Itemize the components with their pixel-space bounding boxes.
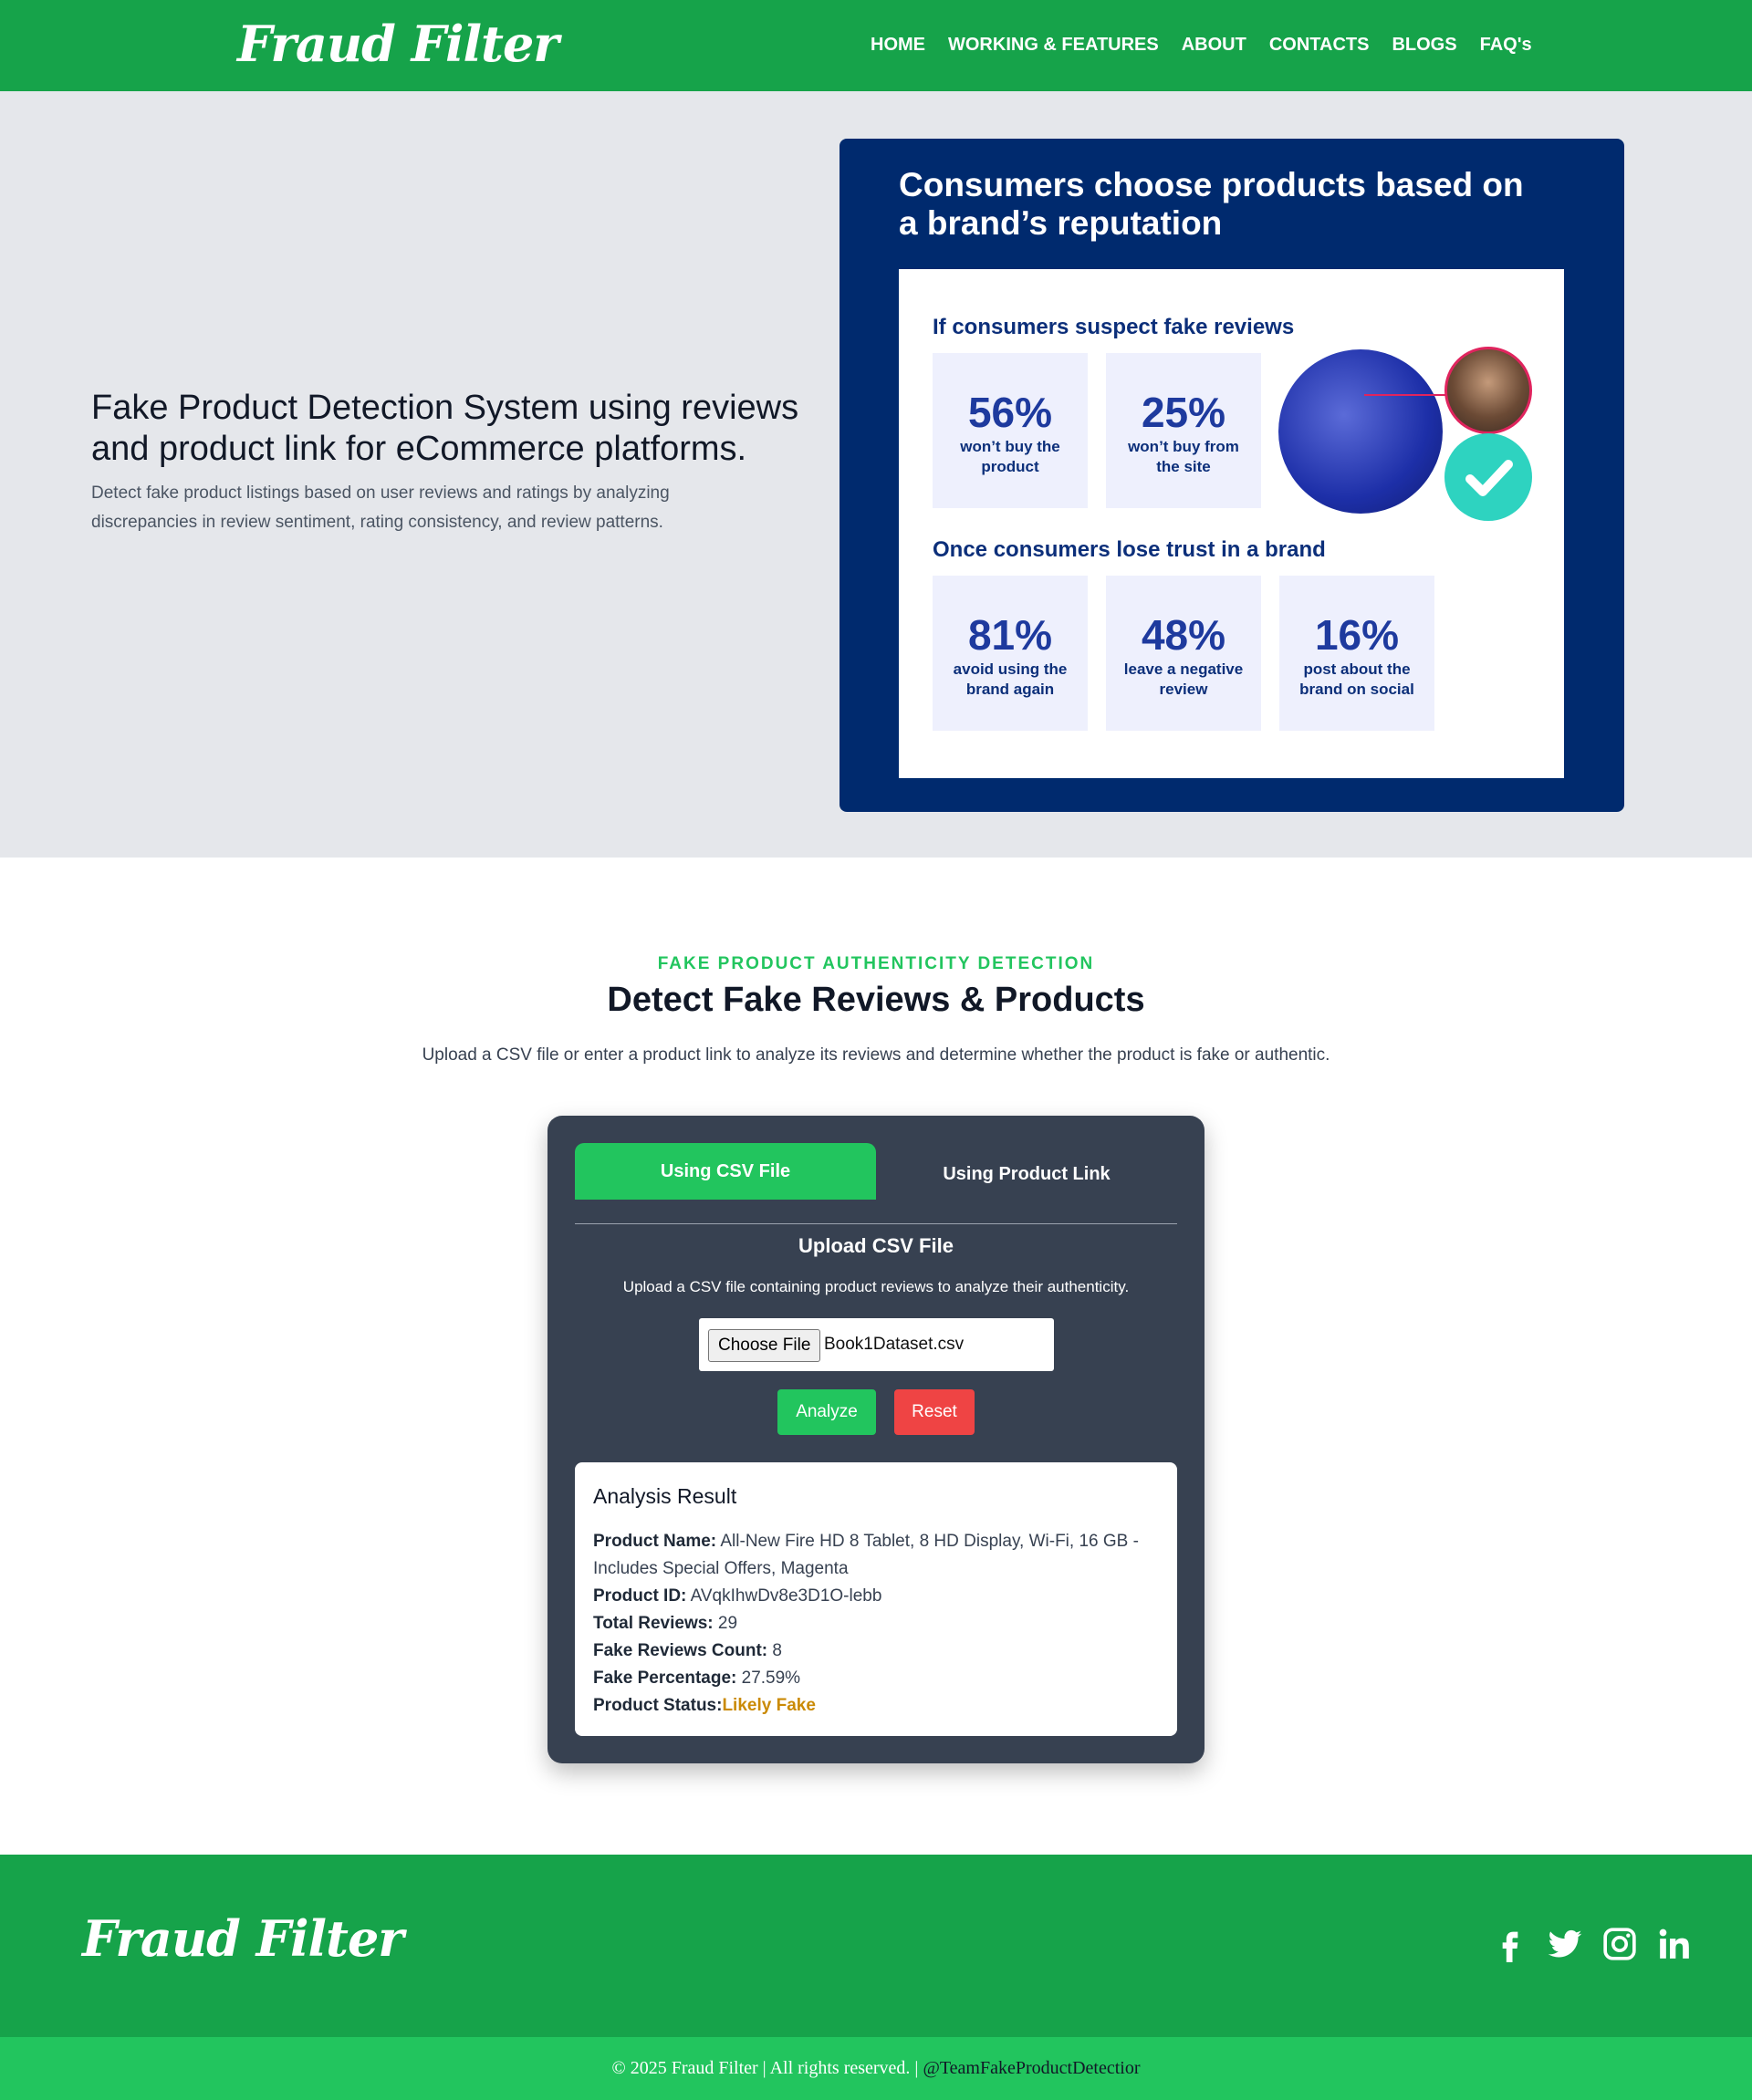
result-label: Product Status: [593,1696,723,1715]
result-value: 8 [772,1641,782,1660]
status-badge: Likely Fake [722,1696,816,1715]
team-handle[interactable]: @TeamFakeProductDetectior [923,2058,1140,2078]
result-product-status: Product Status:Likely Fake [593,1692,1163,1720]
nav-faqs[interactable]: FAQ's [1480,35,1532,56]
upload-title: Upload CSV File [798,1234,954,1257]
footer-logo[interactable]: Fraud Filter [82,1909,404,1968]
result-label: Product ID: [593,1586,687,1606]
social-links [1492,1926,1693,1962]
linkedin-icon[interactable] [1656,1926,1693,1962]
stat-card: 56% won’t buy the product [933,353,1088,508]
result-label: Fake Reviews Count: [593,1641,768,1660]
stat-label: won’t buy the product [960,438,1060,475]
analysis-result: Analysis Result Product Name: All-New Fi… [575,1462,1177,1736]
upload-description: Upload a CSV file containing product rev… [622,1278,1130,1295]
nav-about[interactable]: ABOUT [1182,35,1246,56]
result-fake-percentage: Fake Percentage: 27.59% [593,1665,1163,1692]
choose-file-button[interactable]: Choose File [708,1329,821,1362]
stat-number: 16% [1314,611,1400,659]
stat-number: 25% [1141,389,1226,436]
tab-product-link[interactable]: Using Product Link [876,1146,1177,1202]
shoppers-photo [1278,349,1443,514]
result-label: Product Name: [593,1532,717,1551]
selected-file-name: Book1Dataset.csv [824,1335,965,1354]
nav-menu: HOME WORKING & FEATURES ABOUT CONTACTS B… [871,35,1555,56]
infographic-heading-trust: Once consumers lose trust in a brand [933,537,1326,562]
reset-button[interactable]: Reset [894,1389,975,1435]
stat-label: won’t buy from the site [1128,438,1239,475]
infographic-title: Consumers choose products based on a bra… [899,166,1524,242]
stat-number: 81% [967,611,1053,659]
section-eyebrow: FAKE PRODUCT AUTHENTICITY DETECTION [657,954,1095,973]
file-input[interactable]: Choose File Book1Dataset.csv [699,1318,1054,1371]
nav-working-features[interactable]: WORKING & FEATURES [948,35,1159,56]
stat-label: leave a negative review [1123,660,1244,698]
reviewer-photo [1444,347,1532,434]
stat-number: 48% [1141,611,1226,659]
result-value: 27.59% [741,1669,801,1688]
section-title: Detect Fake Reviews & Products [607,981,1145,1019]
analyze-button[interactable]: Analyze [777,1389,876,1435]
stat-card: 48% leave a negative review [1106,576,1261,731]
footer: Fraud Filter [0,1855,1752,2037]
result-heading: Analysis Result [593,1484,737,1508]
result-fake-count: Fake Reviews Count: 8 [593,1637,1163,1665]
result-label: Fake Percentage: [593,1669,737,1688]
reputation-infographic: Consumers choose products based on a bra… [840,139,1624,812]
stat-label: post about the brand on social [1299,660,1414,698]
result-product-name: Product Name: All-New Fire HD 8 Tablet, … [593,1528,1163,1583]
nav-blogs[interactable]: BLOGS [1392,35,1456,56]
instagram-icon[interactable] [1601,1926,1638,1962]
section-description: Upload a CSV file or enter a product lin… [422,1045,1330,1065]
checkmark-icon [1444,433,1532,521]
top-nav: Fraud Filter HOME WORKING & FEATURES ABO… [0,0,1752,91]
stat-label: avoid using the brand again [953,660,1068,698]
stat-card: 16% post about the brand on social [1279,576,1434,731]
result-value: AVqkIhwDv8e3D1O-lebb [690,1586,882,1606]
facebook-icon[interactable] [1492,1926,1528,1962]
hero-section: Fake Product Detection System using revi… [0,91,1752,858]
hero-title: Fake Product Detection System using revi… [91,389,799,468]
hero-description: Detect fake product listings based on us… [91,483,670,532]
infographic-panel: If consumers suspect fake reviews 56% wo… [899,269,1564,778]
brand-logo[interactable]: Fraud Filter [237,15,559,73]
result-value: 29 [717,1614,738,1633]
stat-number: 56% [967,389,1053,436]
nav-home[interactable]: HOME [871,35,925,56]
connector-line [1364,394,1455,396]
copyright-bar: © 2025 Fraud Filter | All rights reserve… [0,2037,1752,2100]
twitter-icon[interactable] [1547,1926,1583,1962]
infographic-heading-suspect: If consumers suspect fake reviews [933,315,1295,339]
stat-card: 81% avoid using the brand again [933,576,1088,731]
tab-csv-file[interactable]: Using CSV File [575,1143,876,1200]
result-total-reviews: Total Reviews: 29 [593,1610,1163,1637]
stat-card: 25% won’t buy from the site [1106,353,1261,508]
result-details: Product Name: All-New Fire HD 8 Tablet, … [593,1528,1163,1720]
nav-contacts[interactable]: CONTACTS [1269,35,1370,56]
detection-tool-card: Using CSV File Using Product Link Upload… [548,1116,1204,1763]
result-label: Total Reviews: [593,1614,714,1633]
result-product-id: Product ID: AVqkIhwDv8e3D1O-lebb [593,1583,1163,1610]
tool-tabs: Using CSV File Using Product Link [575,1143,1177,1224]
copyright-text: © 2025 Fraud Filter | All rights reserve… [611,2058,919,2078]
